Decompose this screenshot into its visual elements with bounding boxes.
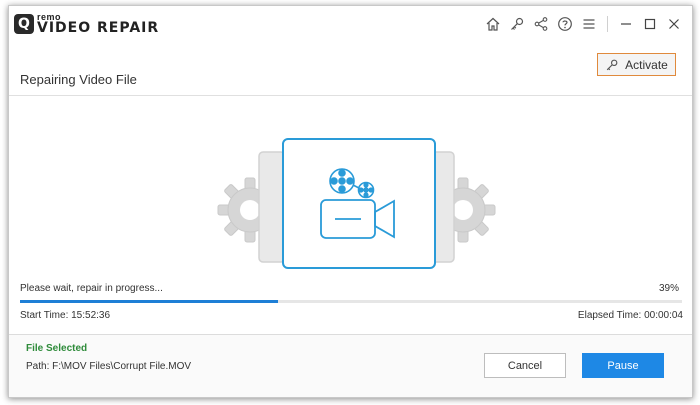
activate-label: Activate (625, 57, 668, 72)
file-selected-label: File Selected (26, 343, 88, 354)
elapsed-time: Elapsed Time: 00:00:04 (577, 310, 683, 321)
logo-wordmark: remo VIDEO REPAIR (37, 13, 160, 36)
progress-status-text: Please wait, repair in progress... (20, 283, 163, 294)
key-icon (606, 59, 618, 70)
start-time: Start Time: 15:52:36 (20, 310, 111, 321)
repair-illustration (214, 124, 499, 269)
help-icon[interactable] (553, 12, 577, 36)
progress-percent: 39% (659, 283, 680, 294)
logo-badge: Q (14, 14, 34, 34)
cancel-button[interactable]: Cancel (484, 353, 566, 378)
app-window: Q remo VIDEO REPAIR Repairing Video File… (8, 5, 693, 398)
logo-big-text: VIDEO REPAIR (37, 20, 160, 36)
footer: File Selected Path: F:\MOV Files\Corrupt… (9, 334, 692, 397)
maximize-icon[interactable] (638, 12, 662, 36)
file-path: Path: F:\MOV Files\Corrupt File.MOV (26, 361, 192, 372)
home-icon[interactable] (481, 12, 505, 36)
title-bar-controls (481, 12, 686, 36)
minimize-icon[interactable] (614, 12, 638, 36)
share-icon[interactable] (529, 12, 553, 36)
page-header: Repairing Video File Activate (9, 42, 692, 96)
progress-bar-fill (20, 300, 279, 303)
app-logo: Q remo VIDEO REPAIR (14, 13, 159, 35)
close-icon[interactable] (662, 12, 686, 36)
activate-button[interactable]: Activate (597, 53, 676, 76)
pause-button[interactable]: Pause (582, 353, 664, 378)
title-bar: Q remo VIDEO REPAIR (9, 6, 692, 42)
page-title: Repairing Video File (20, 72, 137, 87)
title-bar-divider (607, 16, 608, 32)
key-icon[interactable] (505, 12, 529, 36)
menu-icon[interactable] (577, 12, 601, 36)
progress-bar (20, 300, 682, 303)
